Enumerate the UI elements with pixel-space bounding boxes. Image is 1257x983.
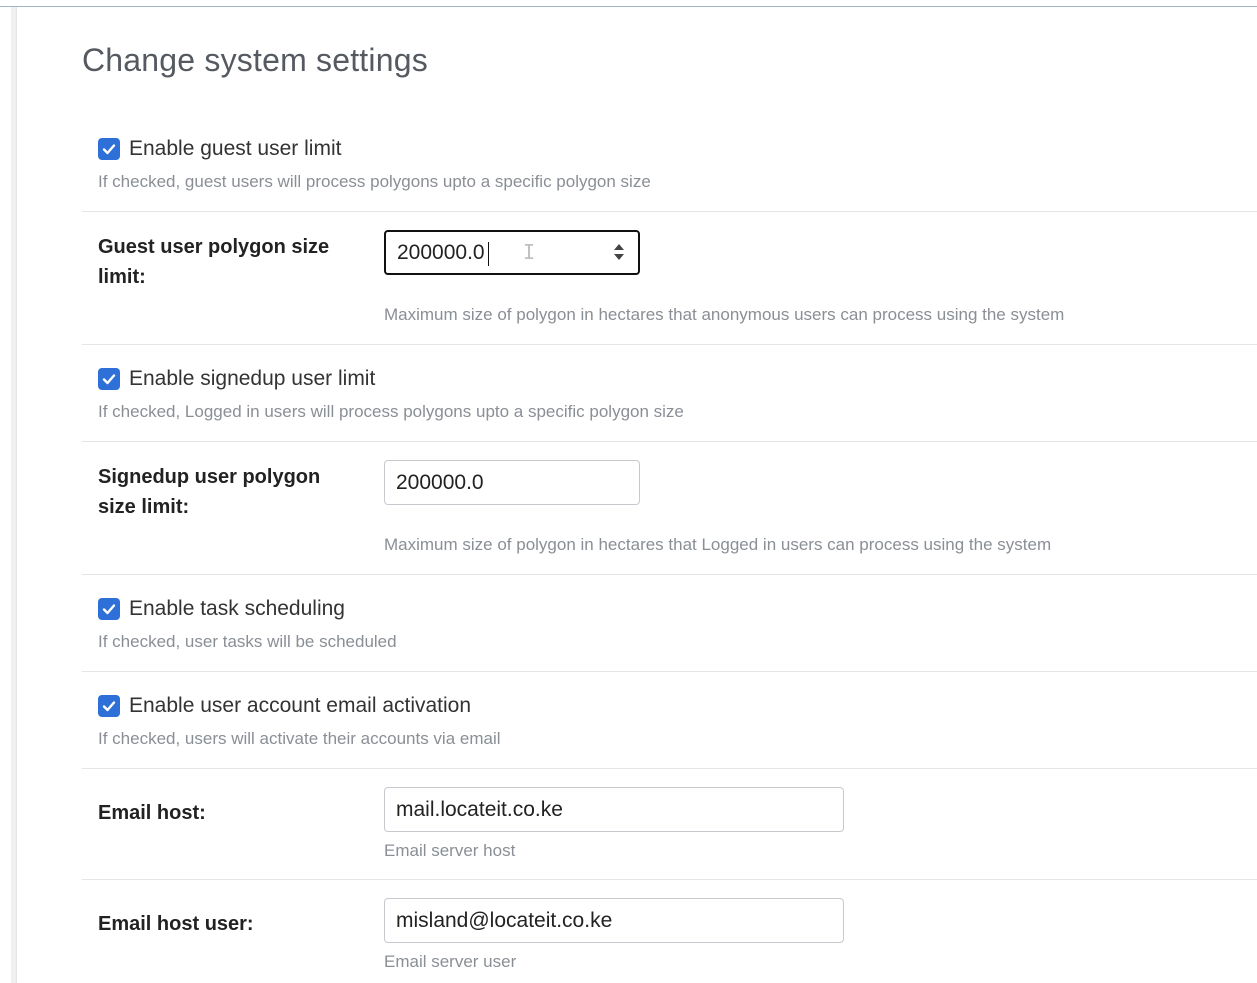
email-activation-checkbox-help: If checked, users will activate their ac…: [98, 729, 501, 748]
signedup-limit-checkbox-help: If checked, Logged in users will process…: [98, 402, 684, 421]
row-separator: [82, 671, 1257, 672]
guest-polygon-size-help: Maximum size of polygon in hectares that…: [384, 305, 1065, 324]
signedup-limit-checkbox-row[interactable]: Enable signedup user limit: [98, 367, 375, 391]
check-icon: [102, 144, 116, 155]
row-separator: [82, 574, 1257, 575]
task-scheduling-checkbox[interactable]: [98, 598, 120, 620]
ibeam-cursor-icon: I: [523, 240, 536, 264]
guest-polygon-size-label: Guest user polygon size limit:: [98, 236, 330, 288]
check-icon: [102, 374, 116, 385]
email-host-value: mail.locateit.co.ke: [396, 797, 563, 821]
check-icon: [102, 604, 116, 615]
email-host-help: Email server host: [384, 841, 516, 860]
email-activation-checkbox[interactable]: [98, 695, 120, 717]
task-scheduling-checkbox-row[interactable]: Enable task scheduling: [98, 597, 345, 621]
signedup-limit-checkbox-label[interactable]: Enable signedup user limit: [129, 367, 375, 391]
email-host-user-input[interactable]: misland@locateit.co.ke: [384, 898, 844, 943]
guest-limit-checkbox-label[interactable]: Enable guest user limit: [129, 137, 341, 161]
top-border: [0, 6, 1257, 7]
email-host-input[interactable]: mail.locateit.co.ke: [384, 787, 844, 832]
guest-limit-checkbox[interactable]: [98, 138, 120, 160]
row-separator: [82, 344, 1257, 345]
left-scroll-gutter: [11, 7, 17, 983]
task-scheduling-checkbox-label[interactable]: Enable task scheduling: [129, 597, 345, 621]
spinner-arrows-icon[interactable]: [612, 242, 626, 262]
email-host-label: Email host:: [98, 802, 206, 824]
signedup-polygon-size-input[interactable]: 200000.0: [384, 460, 640, 505]
text-caret: [488, 242, 489, 266]
check-icon: [102, 701, 116, 712]
page-title: Change system settings: [82, 42, 428, 78]
number-spinner[interactable]: [612, 241, 626, 263]
email-activation-checkbox-row[interactable]: Enable user account email activation: [98, 694, 471, 718]
email-host-user-value: misland@locateit.co.ke: [396, 908, 613, 932]
guest-limit-checkbox-help: If checked, guest users will process pol…: [98, 172, 651, 191]
signedup-polygon-size-value: 200000.0: [396, 470, 484, 494]
email-host-user-label: Email host user:: [98, 913, 254, 935]
row-separator: [82, 211, 1257, 212]
guest-polygon-size-value: 200000.0: [397, 240, 485, 264]
guest-limit-checkbox-row[interactable]: Enable guest user limit: [98, 137, 341, 161]
row-separator: [82, 441, 1257, 442]
signedup-polygon-size-label: Signedup user polygon size limit:: [98, 466, 321, 518]
task-scheduling-checkbox-help: If checked, user tasks will be scheduled: [98, 632, 397, 651]
guest-polygon-size-input[interactable]: 200000.0 I: [384, 230, 640, 275]
row-separator: [82, 879, 1257, 880]
email-host-user-help: Email server user: [384, 952, 517, 971]
signedup-polygon-size-help: Maximum size of polygon in hectares that…: [384, 535, 1052, 554]
signedup-limit-checkbox[interactable]: [98, 368, 120, 390]
email-activation-checkbox-label[interactable]: Enable user account email activation: [129, 694, 471, 718]
row-separator: [82, 768, 1257, 769]
